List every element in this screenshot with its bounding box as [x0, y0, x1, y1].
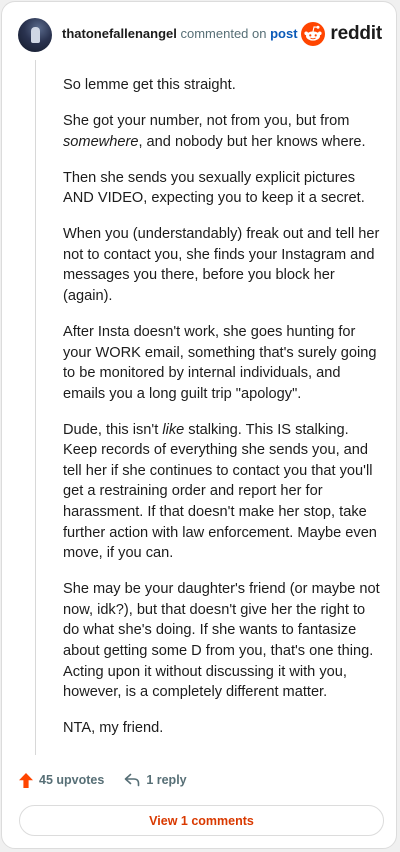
comment-paragraph: So lemme get this straight. [63, 75, 383, 96]
upvote-arrow-icon [19, 772, 33, 788]
post-link[interactable]: post [270, 26, 297, 41]
reddit-wordmark: reddit [330, 23, 382, 44]
comment-paragraph: She may be your daughter's friend (or ma… [63, 579, 383, 703]
thread-line [35, 60, 36, 755]
user-avatar[interactable] [18, 18, 52, 52]
comment-paragraph: Dude, this isn't like stalking. This IS … [63, 420, 383, 564]
paragraph-text: Then she sends you sexually explicit pic… [63, 169, 365, 207]
comment-paragraph: She got your number, not from you, but f… [63, 111, 383, 152]
paragraph-text: stalking. This IS stalking. Keep records… [63, 421, 377, 562]
paragraph-text: She may be your daughter's friend (or ma… [63, 581, 380, 701]
comment-actions: 45 upvotes 1 reply [19, 769, 187, 791]
upvote-count: 45 upvotes [39, 773, 105, 787]
comment-paragraph: NTA, my friend. [63, 718, 383, 739]
paragraph-text: NTA, my friend. [63, 720, 164, 737]
reddit-logo-icon [301, 22, 326, 46]
comment-header: thatonefallenangel commented on post red… [18, 17, 382, 53]
italic-text: like [162, 421, 185, 438]
paragraph-text: After Insta doesn't work, she goes hunti… [63, 323, 377, 402]
reddit-brand[interactable]: reddit [301, 22, 382, 46]
comment-paragraph: When you (understandably) freak out and … [63, 224, 383, 306]
paragraph-text: , and nobody but her knows where. [138, 133, 366, 150]
paragraph-text: Dude, this isn't [63, 421, 163, 438]
comment-paragraph: Then she sends you sexually explicit pic… [63, 168, 383, 209]
italic-text: somewhere [63, 133, 139, 150]
comment-meta: thatonefallenangel commented on post [62, 26, 301, 41]
paragraph-text: When you (understandably) freak out and … [63, 226, 380, 304]
view-comments-button[interactable]: View 1 comments [19, 805, 384, 836]
comment-paragraph: After Insta doesn't work, she goes hunti… [63, 322, 383, 404]
reply-arrow-icon [125, 773, 140, 787]
comment-card: thatonefallenangel commented on post red… [1, 1, 397, 849]
username-link[interactable]: thatonefallenangel [62, 26, 177, 41]
reply-button[interactable]: 1 reply [124, 773, 187, 787]
reply-count: 1 reply [146, 773, 187, 787]
upvote-button[interactable]: 45 upvotes [19, 772, 105, 788]
commented-on-text: commented on [180, 26, 267, 41]
paragraph-text: She got your number, not from you, but f… [63, 112, 350, 129]
comment-body: So lemme get this straight. She got your … [63, 75, 383, 754]
paragraph-text: So lemme get this straight. [63, 77, 236, 93]
